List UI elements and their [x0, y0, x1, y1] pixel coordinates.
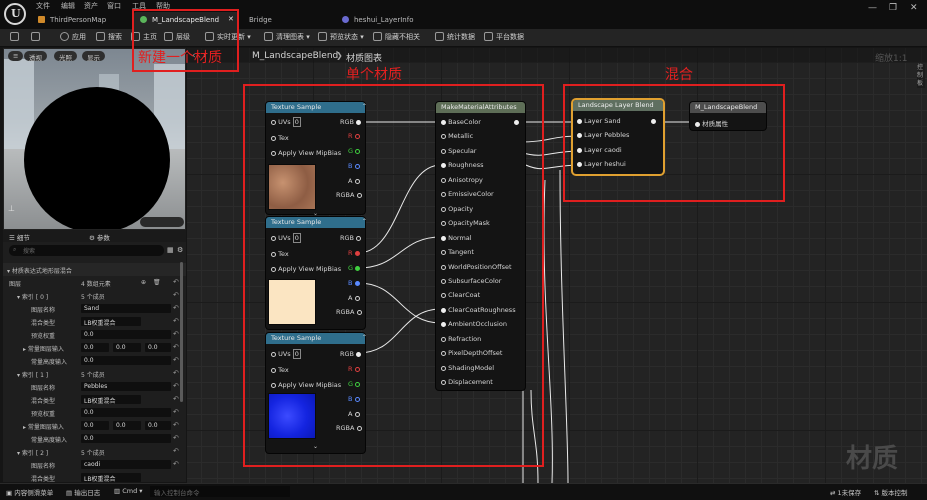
status-bar: ▣ 内容侧滑菜单 ▤ 输出日志 ▥ Cmd ▾ 输入控制台命令 ⇄ 1未保存 ⇅… [0, 483, 927, 500]
breadcrumb-graph[interactable]: 材质图表 [346, 51, 382, 64]
tab-bridge[interactable]: Bridge [242, 12, 332, 29]
viewport-menu-icon[interactable]: ≡ [8, 51, 24, 61]
clean-graph-icon [264, 32, 273, 41]
output-log-icon: ▤ [66, 489, 75, 497]
content-drawer-button[interactable]: ▣ 内容侧滑菜单 [6, 487, 53, 497]
content-drawer-icon: ▣ [6, 489, 15, 497]
close-window-icon[interactable]: ✕ [910, 3, 918, 13]
menu-assets[interactable]: 资产 [84, 1, 98, 11]
const-height-input-row: 常量高度输入 0.0 ↶ [31, 434, 179, 444]
annotation-blend: 混合 [665, 67, 693, 83]
cmd-button[interactable]: ▥ Cmd ▾ [114, 487, 143, 495]
details-scrollbar[interactable] [180, 262, 183, 402]
breadcrumb-separator: ❯ [336, 51, 343, 60]
source-control-button[interactable]: ⇅ 版本控制 [874, 487, 908, 497]
annotation-new-material: 新建一个材质 [138, 50, 222, 66]
maximize-icon[interactable]: ❐ [889, 3, 897, 13]
platform-stats-icon [484, 32, 493, 41]
map-icon [38, 16, 45, 23]
source-control-icon: ⇅ [874, 489, 882, 497]
zoom-label: 缩放1:1 [875, 54, 908, 64]
palette-side-tab[interactable]: 控制板 [917, 64, 925, 88]
tab-heshui-layerinfo[interactable]: heshui_LayerInfo [342, 12, 452, 29]
details-icon: ☰ [9, 234, 17, 242]
blend-type-row: 混合类型 LB权重混合 ↶ [31, 395, 179, 405]
apply-icon [60, 32, 69, 41]
parameters-tab[interactable]: ⚙ 参数 [89, 232, 110, 242]
search-icon: ⌕ [13, 246, 17, 253]
search-button[interactable]: 搜索 [96, 32, 122, 44]
lit-button[interactable]: 光照 [54, 51, 77, 62]
settings-icon[interactable]: ⚙ [177, 246, 183, 254]
blend-type-select[interactable]: LB权重混合 [81, 395, 141, 405]
menu-edit[interactable]: 编辑 [61, 1, 75, 11]
index1-row[interactable]: ▾ 索引 [ 1 ] 5 个成员 ↶ [3, 367, 186, 380]
perspective-button[interactable]: 透视 [24, 51, 47, 62]
menu-file[interactable]: 文件 [36, 1, 50, 11]
cmd-icon: ▥ [114, 487, 123, 495]
table-view-icon[interactable]: ▦ [167, 246, 174, 254]
graph-watermark: 材质 [846, 444, 899, 474]
parameters-icon: ⚙ [89, 234, 97, 242]
preview-state-icon [318, 32, 327, 41]
material-preview-viewport[interactable]: ≡ 透视 光照 显示 ⊥ [3, 48, 186, 230]
clean-graph-button[interactable]: 清理图表 ▾ [264, 32, 310, 44]
axis-gizmo: ⊥ [8, 204, 15, 213]
layer-name-row: 图层名称 Sand ↶ [31, 304, 179, 314]
annotation-box-blend [563, 84, 785, 202]
layer-name-field[interactable]: Pebbles [81, 382, 171, 391]
hide-unrelated-icon [373, 32, 382, 41]
index0-row[interactable]: ▾ 索引 [ 0 ] 5 个成员 ↶ [3, 289, 186, 302]
preview-state-button[interactable]: 预览状态 ▾ [318, 32, 364, 44]
preview-weight-row: 预览权重 0.0 ↶ [31, 330, 179, 340]
breadcrumb-material[interactable]: M_LandscapeBlend [252, 51, 338, 61]
minimize-icon[interactable]: — [868, 3, 877, 13]
details-tab[interactable]: ☰ 细节 [9, 232, 30, 242]
layer-name-row: 图层名称 caodi ↶ [31, 460, 179, 470]
unsaved-button[interactable]: ⇄ 1未保存 [830, 487, 861, 497]
preview-weight-field[interactable]: 0.0 [81, 330, 171, 339]
platform-stats-button[interactable]: 平台数据 [484, 32, 524, 44]
bridge-icon [242, 16, 244, 23]
details-search-input[interactable]: ⌕ 搜索 [9, 245, 164, 256]
preview-mesh-selector[interactable] [140, 217, 184, 227]
preview-sphere [24, 87, 170, 229]
annotation-single-material: 单个材质 [346, 67, 402, 83]
layer-name-field[interactable]: caodi [81, 460, 171, 469]
reset-icon[interactable]: ↶ [173, 278, 179, 286]
section-header[interactable]: ▾ 材质表达式地形层混合 [3, 263, 186, 276]
const-layer-input-row: ▸ 常量图层输入 0.0 0.0 0.0 ↶ [23, 343, 179, 353]
blend-type-row: 混合类型 LB权重混合 ↶ [31, 317, 179, 327]
menu-window[interactable]: 窗口 [107, 1, 121, 11]
layerinfo-icon [342, 16, 349, 23]
search-icon [96, 32, 105, 41]
save-icon[interactable] [10, 32, 19, 44]
save-status-icon: ⇄ [830, 489, 838, 497]
browse-icon[interactable] [31, 32, 40, 44]
blend-type-select[interactable]: LB权重混合 [81, 317, 141, 327]
stats-button[interactable]: 统计数据 [435, 32, 475, 44]
unreal-logo-icon[interactable]: U [4, 3, 26, 25]
delete-icon[interactable]: 🗑 [153, 279, 161, 286]
stats-icon [435, 32, 444, 41]
ue-editor-window: { "menu":{"items":["文件","编辑","资产","窗口","… [0, 0, 927, 500]
tab-thirdpersonmap[interactable]: ThirdPersonMap [38, 12, 130, 29]
add-element-icon[interactable]: ⊕ [141, 279, 146, 286]
output-log-button[interactable]: ▤ 输出日志 [66, 487, 100, 497]
preview-weight-row: 预览权重 0.0 ↶ [31, 408, 179, 418]
const-layer-input-row: ▸ 常量图层输入 0.0 0.0 0.0 ↶ [23, 421, 179, 431]
hide-unrelated-button[interactable]: 隐藏不相关 [373, 32, 420, 44]
layers-row: 图层 4 数组元素 ⊕ 🗑 ↶ [9, 278, 179, 288]
apply-button[interactable]: 应用 [60, 32, 86, 44]
console-input[interactable]: 输入控制台命令 [150, 486, 290, 497]
const-height-input-row: 常量高度输入 0.0 ↶ [31, 356, 179, 366]
index2-row[interactable]: ▾ 索引 [ 2 ] 5 个成员 ↶ [3, 445, 186, 458]
layer-name-field[interactable]: Sand [81, 304, 171, 313]
layer-name-row: 图层名称 Pebbles ↶ [31, 382, 179, 392]
show-button[interactable]: 显示 [82, 51, 105, 62]
annotation-box-single-material [243, 84, 544, 467]
blend-type-row: 混合类型 LB权重混合 [3, 471, 186, 482]
